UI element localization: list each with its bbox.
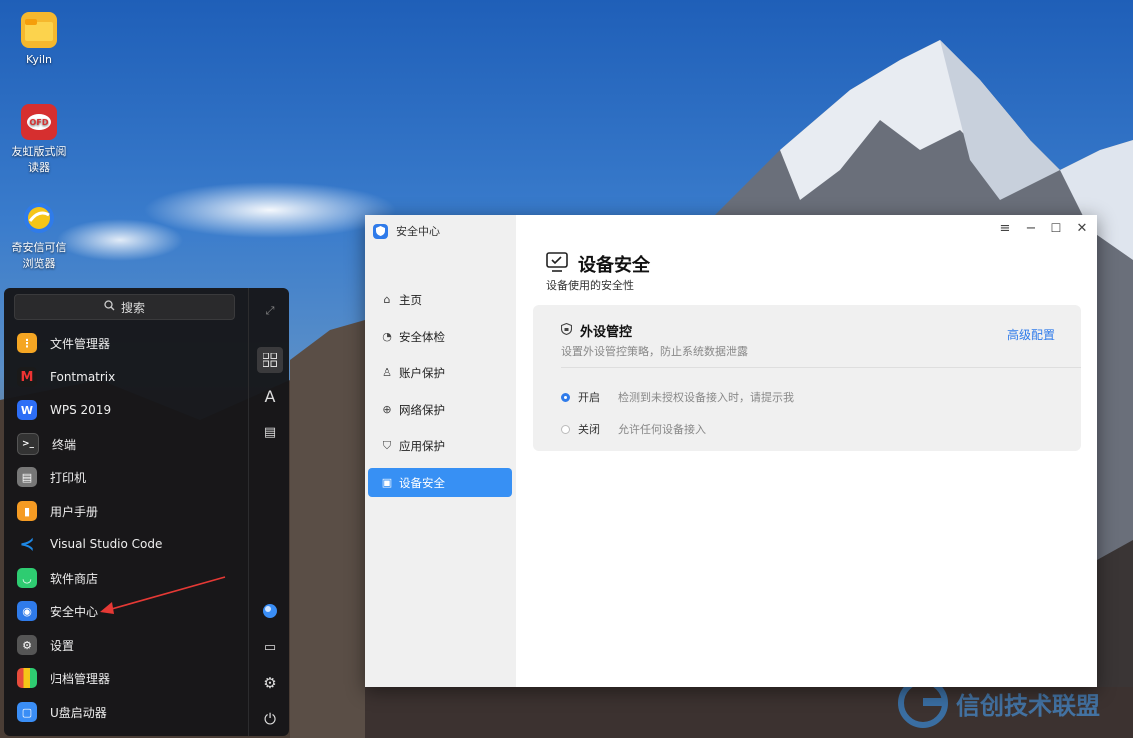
option-hint: 检测到未授权设备接入时，请提示我 [618, 391, 794, 404]
nav-label: 安全体检 [399, 329, 445, 344]
nav-label: 设备安全 [399, 475, 445, 490]
card-title-text: 外设管控 [580, 325, 633, 340]
globe-icon: ⊕ [382, 403, 392, 416]
radio-enable[interactable] [561, 392, 570, 402]
nav-item-app-protection[interactable]: ⛉ 应用保护 [368, 431, 512, 460]
option-label: 关闭 [578, 423, 600, 436]
card-divider [561, 367, 1081, 368]
scan-icon: ◔ [382, 330, 392, 343]
window-sidebar: 安全中心 ⌂ 主页 ◔ 安全体检 ♙ 账户保护 ⊕ 网络保护 ⛉ 应用保护 ▣ … [365, 215, 516, 687]
user-icon: ♙ [382, 366, 392, 379]
window-title: 安全中心 [396, 225, 440, 238]
option-hint: 允许任何设备接入 [618, 423, 706, 436]
security-center-logo-icon [373, 223, 388, 239]
page-subtitle: 设备使用的安全性 [546, 279, 634, 292]
menu-icon[interactable]: ≡ [996, 221, 1014, 236]
security-center-window: 安全中心 ⌂ 主页 ◔ 安全体检 ♙ 账户保护 ⊕ 网络保护 ⛉ 应用保护 ▣ … [365, 215, 1097, 687]
monitor-check-icon [546, 251, 568, 277]
nav-item-network-protection[interactable]: ⊕ 网络保护 [368, 395, 512, 424]
nav-item-security-scan[interactable]: ◔ 安全体检 [368, 322, 512, 351]
radio-disable[interactable] [561, 424, 570, 434]
nav-item-account-protection[interactable]: ♙ 账户保护 [368, 358, 512, 387]
peripheral-control-card: 外设管控 高级配置 设置外设管控策略，防止系统数据泄露 开启 检测到未授权设备接… [533, 305, 1081, 451]
maximize-icon[interactable]: ☐ [1047, 221, 1065, 235]
nav-item-home[interactable]: ⌂ 主页 [368, 285, 512, 314]
window-title-bar: 安全中心 [373, 223, 440, 239]
nav-label: 账户保护 [399, 365, 445, 380]
shield-icon: ⛉ [382, 438, 392, 452]
nav-label: 主页 [399, 292, 422, 307]
nav-item-device-security[interactable]: ▣ 设备安全 [368, 468, 512, 497]
nav-label: 网络保护 [399, 402, 445, 417]
option-label: 开启 [578, 391, 600, 404]
page-title-text: 设备安全 [578, 255, 650, 276]
close-icon[interactable]: ✕ [1073, 221, 1091, 236]
page-title: 设备安全 [546, 251, 650, 277]
card-description: 设置外设管控策略，防止系统数据泄露 [561, 345, 748, 358]
option-enable[interactable]: 开启 检测到未授权设备接入时，请提示我 [561, 389, 794, 405]
device-icon: ▣ [381, 476, 393, 489]
option-disable[interactable]: 关闭 允许任何设备接入 [561, 421, 706, 437]
card-title: 外设管控 [560, 321, 633, 340]
home-icon: ⌂ [383, 293, 391, 306]
window-content: ≡ − ☐ ✕ 设备安全 设备使用的安全性 外设管控 高级配置 设置外设管控策略… [516, 215, 1097, 687]
advanced-config-link[interactable]: 高级配置 [1007, 326, 1055, 343]
shield-lock-icon [560, 322, 573, 339]
minimize-icon[interactable]: − [1022, 221, 1040, 236]
nav-label: 应用保护 [399, 438, 445, 453]
